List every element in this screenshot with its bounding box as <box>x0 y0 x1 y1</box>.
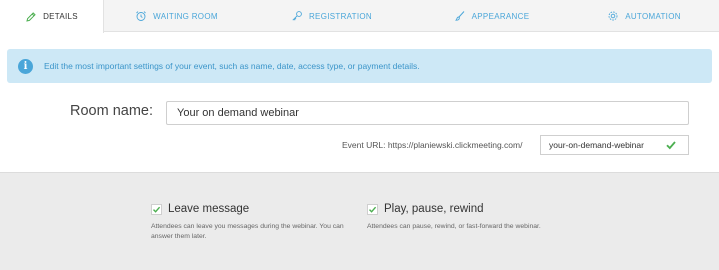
tab-label: AUTOMATION <box>625 11 681 21</box>
options-section: Leave message Attendees can leave you me… <box>0 172 719 270</box>
option-title: Play, pause, rewind <box>384 203 484 215</box>
key-icon <box>291 10 303 22</box>
tab-appearance[interactable]: APPEARANCE <box>414 0 569 32</box>
info-text: Edit the most important settings of your… <box>44 61 420 71</box>
room-name-label: Room name: <box>70 103 154 119</box>
event-url-field <box>540 135 689 155</box>
tab-bar: DETAILS WAITING ROOM REGISTRATION APPEAR… <box>0 0 719 33</box>
event-url-label: Event URL: https://planiewski.clickmeeti… <box>342 140 523 150</box>
tab-label: DETAILS <box>43 12 78 21</box>
option-title: Leave message <box>168 203 250 215</box>
tab-label: APPEARANCE <box>471 11 530 21</box>
option-leave-message: Leave message Attendees can leave you me… <box>151 203 366 242</box>
checkmark-icon <box>664 138 678 152</box>
gear-icon <box>607 10 619 22</box>
pencil-icon <box>25 11 37 23</box>
checkmark-icon <box>153 206 161 213</box>
option-description: Attendees can pause, rewind, or fast-for… <box>367 223 541 230</box>
event-url-input[interactable] <box>541 140 663 150</box>
option-description: Attendees can leave you messages during … <box>151 223 344 240</box>
room-name-input[interactable] <box>166 101 689 125</box>
checkmark-icon <box>369 206 377 213</box>
tab-details[interactable]: DETAILS <box>0 0 104 33</box>
tab-automation[interactable]: AUTOMATION <box>569 0 719 32</box>
tab-label: REGISTRATION <box>308 11 372 21</box>
leave-message-checkbox[interactable] <box>151 203 162 215</box>
option-play-pause-rewind: Play, pause, rewind Attendees can pause,… <box>367 203 582 232</box>
info-icon: i <box>18 58 33 74</box>
alarm-clock-icon <box>135 10 147 22</box>
play-pause-rewind-checkbox[interactable] <box>367 203 378 215</box>
tab-waiting-room[interactable]: WAITING ROOM <box>104 0 249 32</box>
info-banner: i Edit the most important settings of yo… <box>7 49 712 83</box>
brush-icon <box>454 10 466 22</box>
tab-registration[interactable]: REGISTRATION <box>249 0 414 32</box>
tab-label: WAITING ROOM <box>153 11 218 21</box>
